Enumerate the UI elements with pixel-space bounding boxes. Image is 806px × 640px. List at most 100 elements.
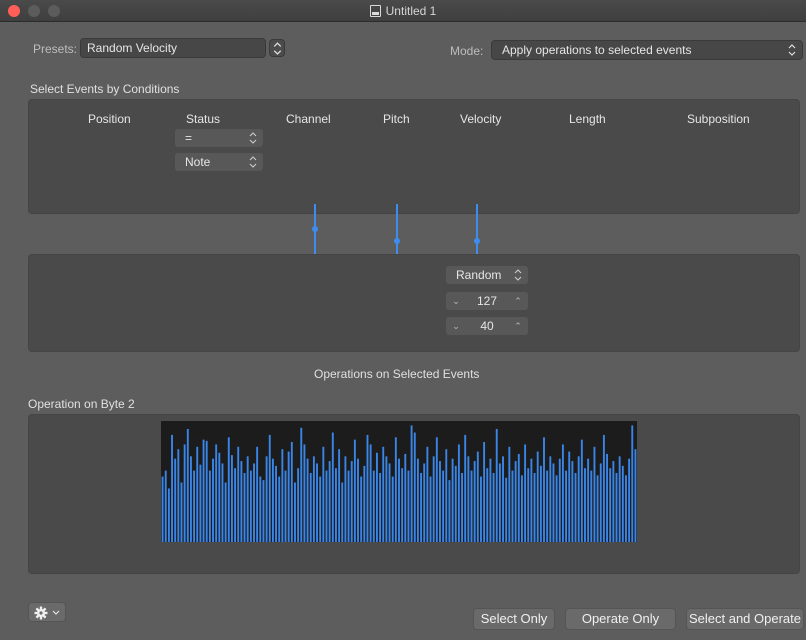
histogram-bar — [328, 461, 331, 542]
histogram-bar — [335, 468, 337, 542]
histogram-bar — [612, 461, 615, 542]
status-operator-dropdown[interactable]: = — [175, 129, 263, 147]
presets-label: Presets: — [33, 42, 78, 56]
window-title: Untitled 1 — [385, 4, 437, 18]
histogram-bar — [568, 451, 571, 542]
histogram-bar — [199, 464, 202, 542]
column-channel: Channel — [286, 112, 331, 126]
histogram-bar — [180, 482, 183, 542]
histogram-bar — [382, 446, 385, 542]
chevron-down-icon[interactable]: ⌄ — [450, 292, 462, 310]
histogram-bar — [300, 427, 303, 542]
histogram-bar — [606, 453, 608, 542]
histogram-bar — [360, 476, 363, 542]
histogram-bar — [303, 444, 306, 542]
mode-popup[interactable]: Apply operations to selected events — [491, 40, 803, 60]
histogram-bar — [420, 472, 423, 542]
histogram-bar — [634, 449, 637, 542]
histogram-bar — [561, 444, 564, 542]
chevron-up-icon[interactable]: ⌃ — [512, 317, 524, 335]
histogram-bar — [451, 458, 454, 542]
histogram-bar — [284, 470, 287, 542]
histogram-bar — [281, 449, 284, 542]
column-velocity: Velocity — [460, 112, 502, 126]
histogram-bar — [527, 468, 530, 542]
histogram-bar — [552, 463, 555, 542]
histogram-bar — [558, 458, 561, 542]
histogram-bar — [309, 472, 312, 542]
conditions-panel — [28, 99, 800, 214]
histogram-bar — [290, 442, 293, 542]
velocity-value1-field[interactable]: ⌄ 127 ⌃ — [446, 292, 528, 310]
histogram-bar — [473, 461, 476, 542]
histogram-bar — [164, 470, 167, 542]
histogram-bar — [379, 472, 382, 542]
column-subposition: Subposition — [687, 112, 750, 126]
histogram-bar — [596, 475, 599, 542]
histogram-bar — [297, 468, 300, 542]
histogram-bar — [240, 461, 243, 542]
presets-popup[interactable]: Random Velocity — [80, 38, 266, 58]
histogram-bar — [230, 455, 233, 542]
histogram-bar — [234, 468, 237, 542]
updown-chevron-icon — [249, 132, 257, 144]
histogram-bar — [344, 456, 347, 542]
histogram-bar — [271, 458, 274, 542]
histogram-bar — [492, 472, 495, 542]
histogram-bar — [341, 482, 344, 542]
column-pitch: Pitch — [383, 112, 410, 126]
histogram-bar — [391, 476, 394, 542]
histogram-bar — [486, 468, 489, 542]
velocity-connector-dot — [474, 238, 480, 244]
select-and-operate-button[interactable]: Select and Operate — [686, 608, 804, 630]
histogram-bar — [183, 444, 186, 542]
histogram-bar — [480, 476, 482, 542]
column-status: Status — [186, 112, 221, 126]
histogram-bar — [325, 470, 328, 542]
histogram-bar — [555, 475, 558, 542]
histogram-bar — [565, 470, 568, 542]
operations-heading: Operations on Selected Events — [314, 367, 480, 381]
histogram-bar — [457, 444, 460, 542]
histogram-bar — [246, 456, 249, 542]
histogram-bar — [498, 463, 501, 542]
histogram-bar — [208, 470, 211, 542]
gear-menu-button[interactable] — [28, 602, 66, 622]
histogram-bar — [186, 428, 189, 542]
status-value-dropdown[interactable]: Note — [175, 153, 263, 171]
updown-chevron-icon — [273, 42, 282, 55]
histogram-bar — [489, 458, 492, 542]
histogram-bar — [278, 476, 281, 542]
histogram-bar — [584, 468, 586, 542]
histogram-bar — [546, 470, 549, 542]
histogram-bar — [416, 458, 419, 542]
velocity-value2-field[interactable]: ⌄ 40 ⌃ — [446, 317, 528, 335]
velocity-value2: 40 — [480, 319, 494, 333]
histogram-bar — [520, 475, 523, 542]
histogram-bar — [549, 456, 552, 542]
select-only-button[interactable]: Select Only — [473, 608, 555, 630]
velocity-operation-dropdown[interactable]: Random — [446, 266, 528, 284]
histogram-bar — [590, 470, 593, 542]
histogram-bar — [508, 446, 511, 542]
histogram-bar — [262, 480, 265, 542]
presets-stepper[interactable] — [269, 39, 285, 57]
status-value: Note — [185, 155, 211, 169]
histogram-bar — [357, 458, 359, 542]
chevron-down-icon[interactable]: ⌄ — [450, 317, 462, 335]
column-position: Position — [88, 112, 131, 126]
histogram-bar — [502, 456, 504, 542]
chevron-up-icon[interactable]: ⌃ — [512, 292, 524, 310]
histogram-bar — [398, 458, 400, 542]
conditions-heading: Select Events by Conditions — [30, 82, 180, 96]
histogram-bar — [615, 472, 618, 542]
histogram-bar — [331, 432, 334, 542]
operate-only-button[interactable]: Operate Only — [565, 608, 676, 630]
histogram-bar — [609, 468, 612, 542]
histogram-bar — [618, 456, 621, 542]
histogram-bar — [625, 475, 627, 542]
histogram-bar — [316, 463, 318, 542]
histogram-bar — [366, 434, 369, 542]
histogram-bar — [338, 449, 341, 542]
mode-label: Mode: — [450, 44, 484, 58]
